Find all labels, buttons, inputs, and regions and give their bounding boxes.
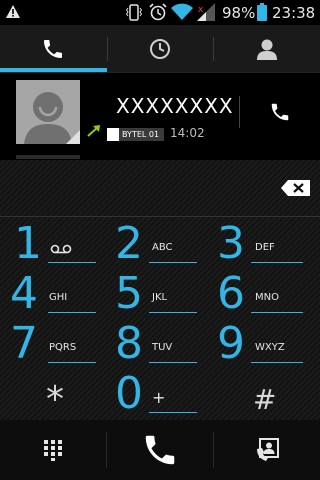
key-underline — [251, 312, 303, 313]
key-letters: DEF — [255, 242, 275, 253]
sim-icon — [107, 128, 119, 141]
dial-key-9[interactable]: 9 WXYZ — [213, 320, 319, 372]
key-underline — [149, 412, 197, 413]
dial-key-6[interactable]: 6 MNO — [213, 270, 319, 322]
signal-icon: x — [197, 3, 215, 21]
key-underline — [149, 262, 197, 263]
tab-recent[interactable] — [107, 25, 213, 73]
svg-text:x: x — [198, 5, 204, 15]
key-digit: 8 — [115, 318, 143, 369]
tabs-divider-line — [0, 72, 320, 73]
dial-key-5[interactable]: 5 JKL — [107, 270, 213, 322]
digits-field[interactable] — [0, 160, 320, 216]
list-item-partial — [16, 155, 80, 159]
key-underline — [149, 312, 197, 313]
battery-icon — [257, 3, 267, 21]
key-letters: + — [152, 388, 166, 407]
key-underline — [48, 312, 96, 313]
phone-icon — [145, 435, 175, 465]
key-letters: MNO — [255, 292, 279, 303]
key-digit: 4 — [10, 268, 38, 319]
avatar[interactable] — [16, 80, 80, 144]
backspace-icon[interactable] — [280, 178, 312, 198]
key-letters: TUV — [152, 342, 173, 353]
battery-percent: 98% — [222, 4, 256, 22]
voicemail-icon — [50, 244, 72, 254]
key-underline — [48, 362, 96, 363]
tab-contacts[interactable] — [214, 25, 320, 73]
call-back-button[interactable] — [240, 80, 320, 144]
key-digit: 7 — [10, 318, 38, 369]
vibrate-icon — [126, 4, 142, 21]
dial-key-4[interactable]: 4 GHI — [0, 270, 106, 322]
dial-key-3[interactable]: 3 DEF — [213, 218, 319, 270]
key-underline — [48, 262, 96, 263]
dialpad-toggle-button[interactable] — [0, 420, 106, 480]
wifi-icon — [171, 3, 193, 20]
dial-key-2[interactable]: 2 ABC — [107, 218, 213, 270]
outgoing-call-icon — [87, 125, 100, 137]
dial-key-7[interactable]: 7 PQRS — [0, 320, 106, 372]
key-letters: PQRS — [49, 342, 77, 353]
tab-bar — [0, 25, 320, 73]
key-underline — [251, 262, 303, 263]
dial-key-star[interactable]: * — [0, 370, 106, 422]
add-contact-button[interactable] — [214, 420, 320, 480]
clock-icon — [150, 39, 170, 59]
key-digit: 1 — [14, 218, 42, 269]
status-bar: x 98% 23:38 — [0, 0, 320, 25]
dial-key-0[interactable]: 0 + — [107, 370, 213, 422]
sim-badge: BYTEL 01 — [107, 128, 165, 141]
key-letters: WXYZ — [255, 342, 285, 353]
warning-icon — [6, 5, 20, 18]
key-digit: 3 — [217, 218, 245, 269]
call-time: 14:02 — [170, 126, 205, 140]
key-digit: 9 — [217, 318, 245, 369]
key-digit: 2 — [115, 218, 143, 269]
key-letters: ABC — [152, 242, 173, 253]
key-digit: 5 — [115, 268, 143, 319]
key-letters: GHI — [49, 292, 68, 303]
key-digit: # — [253, 383, 277, 416]
tab-phone[interactable] — [0, 25, 106, 73]
phone-icon — [271, 103, 289, 121]
alarm-icon — [149, 3, 167, 21]
dial-key-pound[interactable]: # — [213, 370, 319, 422]
dialpad-icon — [44, 440, 62, 461]
key-underline — [251, 362, 303, 363]
contact-name: XXXXXXXX — [116, 94, 234, 118]
phone-icon — [44, 40, 62, 58]
key-letters: JKL — [152, 292, 168, 303]
key-underline — [149, 362, 197, 363]
dial-call-button[interactable] — [107, 420, 213, 480]
contact-icon — [257, 39, 277, 60]
digits-divider — [0, 216, 320, 217]
key-digit: * — [46, 379, 64, 420]
dial-key-1[interactable]: 1 — [0, 218, 106, 270]
key-digit: 0 — [115, 368, 143, 419]
quick-contact-badge — [66, 130, 80, 144]
dial-key-8[interactable]: 8 TUV — [107, 320, 213, 372]
contacts-card-icon — [257, 438, 279, 461]
status-clock: 23:38 — [272, 4, 316, 22]
key-digit: 6 — [217, 268, 245, 319]
sim-label: BYTEL 01 — [122, 130, 160, 139]
